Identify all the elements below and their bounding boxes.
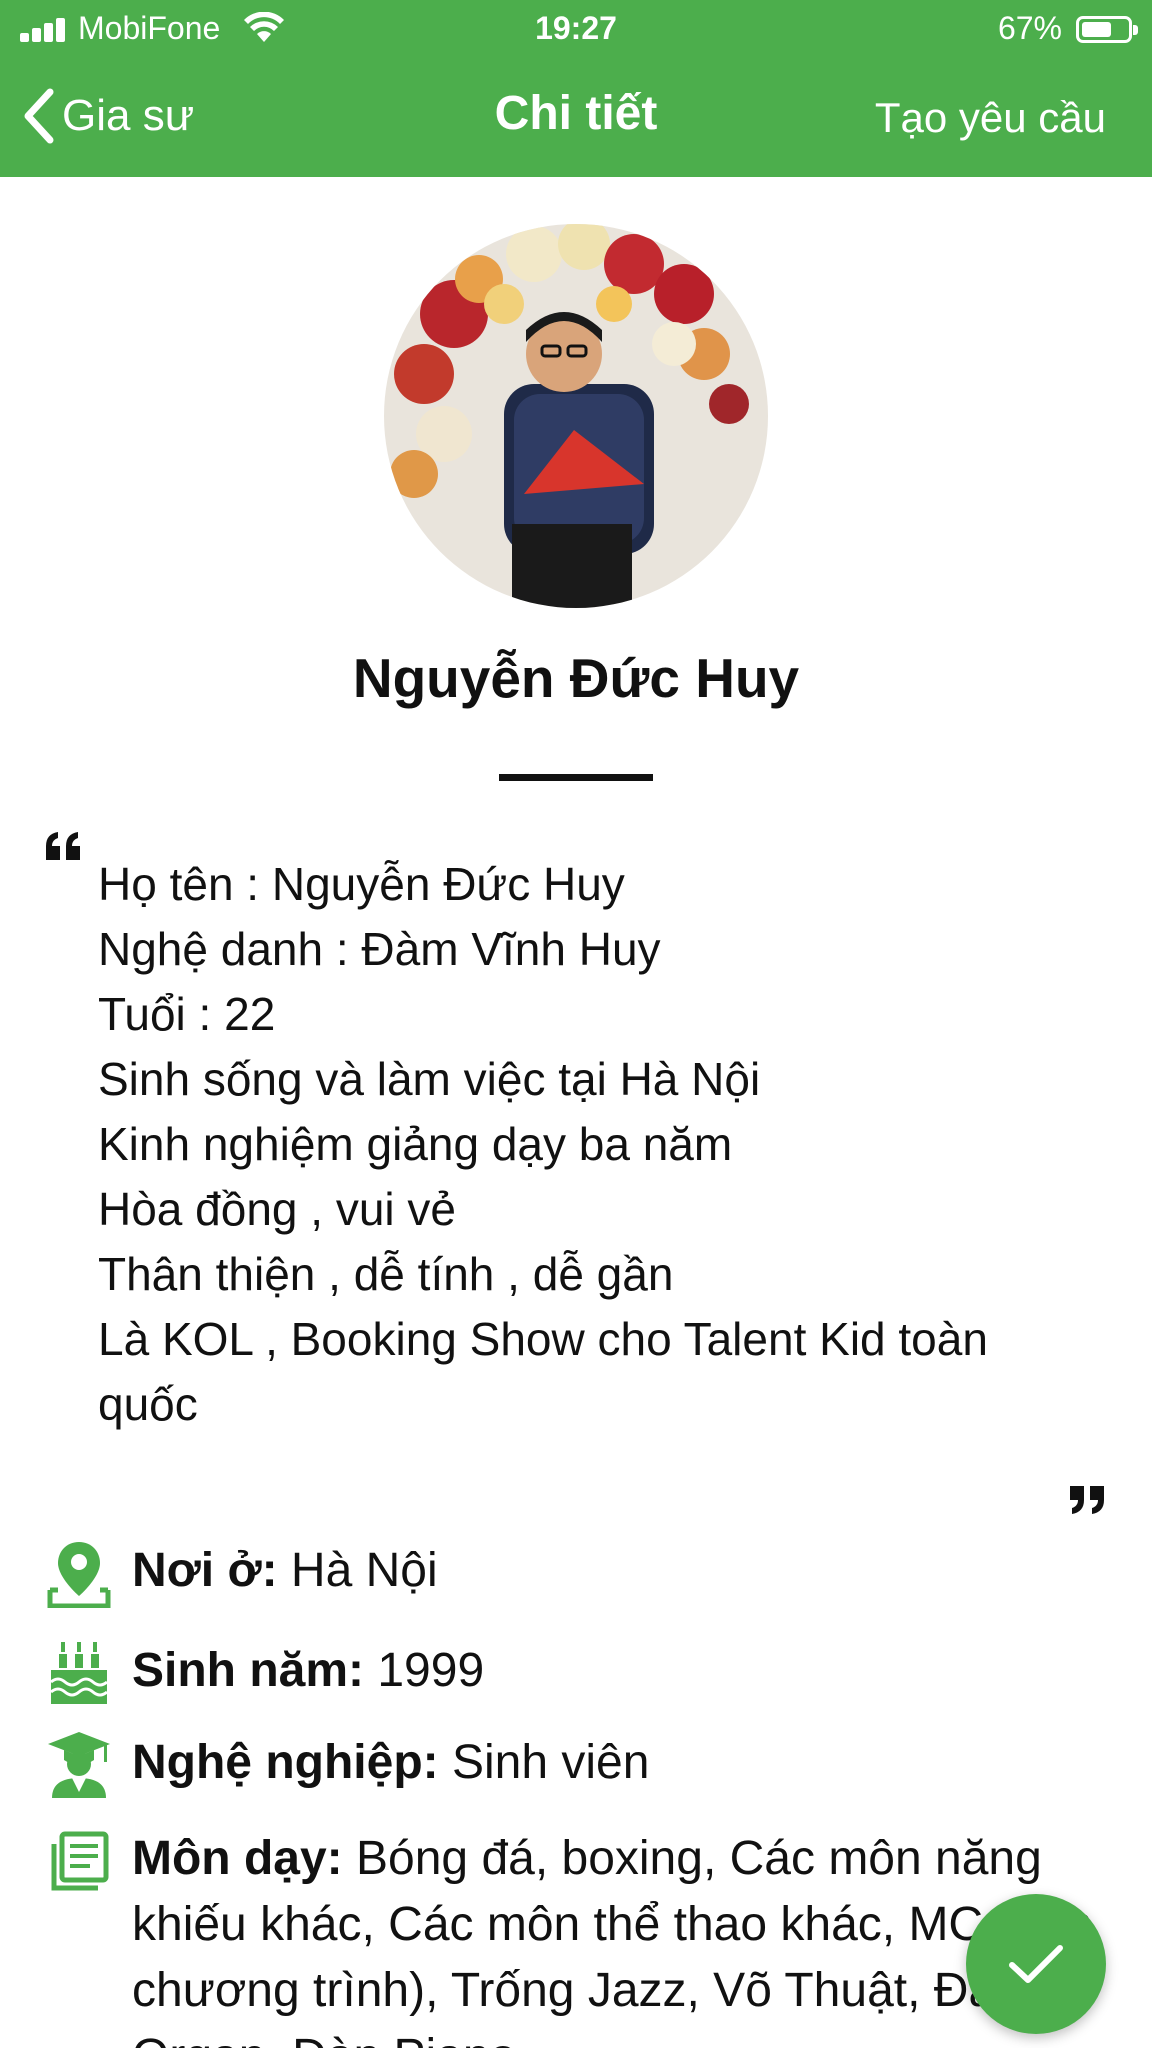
residence-label: Nơi ở: [132, 1544, 278, 1597]
back-button[interactable]: Gia sư [22, 84, 194, 148]
quote-close-icon [1070, 1486, 1104, 1514]
bio-line: Hòa đồng , vui vẻ [98, 1183, 457, 1235]
graduate-icon [44, 1730, 114, 1800]
profile-name: Nguyễn Đức Huy [352, 647, 800, 709]
chevron-left-icon [24, 88, 54, 144]
avatar [384, 224, 768, 608]
info-residence: Nơi ở: Hà Nội [44, 1538, 1104, 1608]
info-subjects: Môn dạy: Bóng đá, boxing, Các môn năng k… [44, 1826, 1104, 2048]
quote-open-icon [46, 832, 80, 860]
bio-line: Nghệ danh : Đàm Vĩnh Huy [98, 923, 661, 975]
battery-percent: 67% [997, 10, 1062, 46]
bio-line: Kinh nghiệm giảng dạy ba năm [98, 1118, 733, 1170]
info-birth-year: Sinh năm: 1999 [44, 1638, 1104, 1704]
residence-value: Hà Nội [290, 1544, 438, 1597]
confirm-fab-button[interactable] [966, 1894, 1106, 2034]
navigation-bar: Gia sư Chi tiết Tạo yêu cầu [0, 70, 1152, 170]
create-request-button[interactable]: Tạo yêu cầu [875, 94, 1106, 142]
subjects-label: Môn dạy: [132, 1832, 343, 1885]
document-list-icon [44, 1826, 114, 1896]
info-occupation: Nghệ nghiệp: Sinh viên [44, 1730, 1104, 1798]
bio-text: Họ tên : Nguyễn Đức Huy Nghệ danh : Đàm … [98, 852, 1098, 1437]
bio-line: Sinh sống và làm việc tại Hà Nội [98, 1053, 761, 1105]
birth-value: 1999 [377, 1644, 485, 1697]
job-value: Sinh viên [451, 1736, 650, 1789]
clock: 19:27 [535, 10, 617, 46]
avatar-photo [384, 224, 768, 608]
birth-label: Sinh năm: [132, 1644, 365, 1697]
bio-line: Họ tên : Nguyễn Đức Huy [98, 858, 625, 910]
bio-line: Tuổi : 22 [98, 988, 276, 1040]
map-pin-icon [44, 1538, 114, 1608]
job-label: Nghệ nghiệp: [132, 1736, 439, 1789]
bio-line: Là KOL , Booking Show cho Talent Kid toà… [98, 1313, 988, 1430]
birthday-cake-icon [44, 1638, 114, 1708]
status-bar: MobiFone 19:27 67% [0, 0, 1152, 58]
bio-line: Thân thiện , dễ tính , dễ gần [98, 1248, 674, 1300]
divider [499, 774, 653, 781]
app-header: MobiFone 19:27 67% Gia sư Chi tiết Tạo y… [0, 0, 1152, 177]
check-icon [1009, 1945, 1063, 1983]
battery-icon [1076, 16, 1138, 43]
back-label: Gia sư [62, 91, 195, 140]
